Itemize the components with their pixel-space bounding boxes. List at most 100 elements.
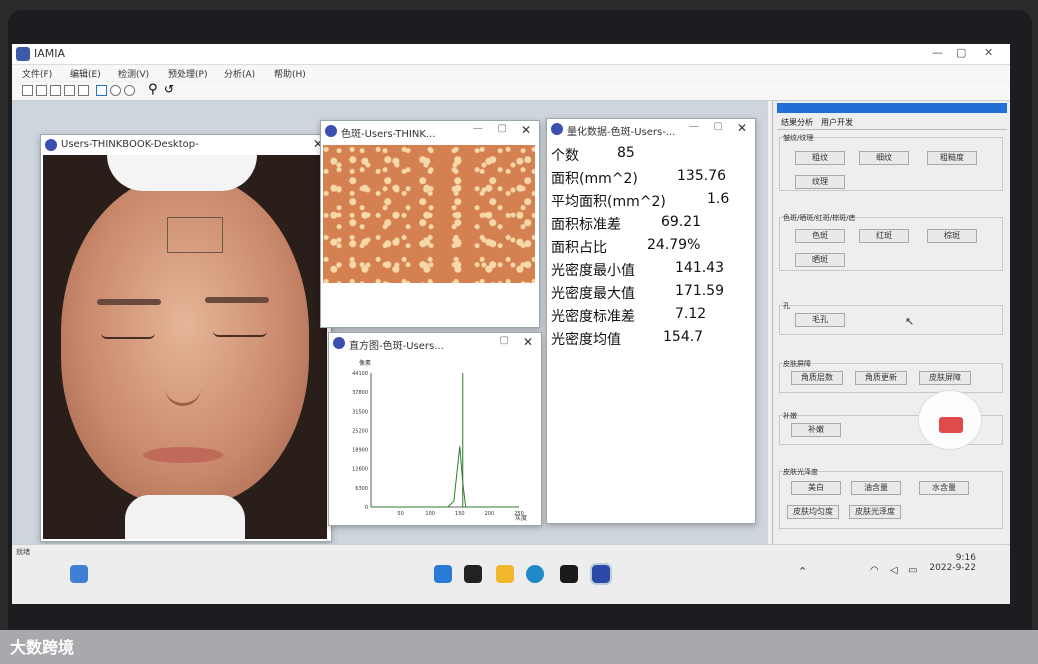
menubar: 文件(F) 编辑(E) 检测(V) 预处理(P) 分析(A) 帮助(H) xyxy=(12,65,1010,81)
maximize-icon[interactable]: ▢ xyxy=(500,335,509,346)
window-icon xyxy=(333,337,345,349)
close-icon[interactable]: ✕ xyxy=(523,335,533,349)
edge-icon[interactable] xyxy=(526,565,544,583)
iamia-app-icon[interactable] xyxy=(590,563,612,585)
lasso-icon[interactable] xyxy=(124,85,135,96)
y-tick-label: 31500 xyxy=(352,409,368,415)
fine-wrinkle-button[interactable]: 细纹 xyxy=(859,151,909,165)
speaker-icon[interactable]: ◁ xyxy=(890,565,898,576)
quant-data-window[interactable]: 量化数据-色斑-Users-... — ▢ ✕ 个数 85 面积(mm^2) 135… xyxy=(546,118,756,524)
zoom-icon[interactable]: ⚲ xyxy=(148,82,158,97)
whitening-button[interactable]: 美白 xyxy=(791,481,841,495)
skin-gloss-button[interactable]: 皮肤光泽度 xyxy=(849,505,901,519)
red-spot-button[interactable]: 红斑 xyxy=(859,229,909,243)
window-icon xyxy=(551,123,563,135)
skin-barrier-button[interactable]: 皮肤屏障 xyxy=(919,371,971,385)
minimize-icon[interactable]: — xyxy=(932,46,943,59)
task-view-icon[interactable] xyxy=(464,565,482,583)
data-row: 光密度标准差 7.12 xyxy=(551,306,707,325)
analysis-panel: 结果分析 用户开发 皱纹/纹理 粗纹 细纹 粗糙度 纹理 色斑/晒斑/红斑/棕斑… xyxy=(772,101,1010,551)
tab-user-dev[interactable]: 用户开发 xyxy=(821,117,853,128)
wifi-icon[interactable]: ◠ xyxy=(870,565,879,576)
data-row: 光密度最大值 171.59 xyxy=(551,283,724,302)
group-label: 皮肤屏障 xyxy=(783,360,811,368)
x-tick-label: 50 xyxy=(397,511,403,517)
sticky-app-icon[interactable] xyxy=(560,565,578,583)
data-row: 个数 85 xyxy=(551,145,635,164)
data-row: 光密度均值 154.7 xyxy=(551,329,704,348)
y-tick-label: 18900 xyxy=(352,448,368,454)
menu-edit[interactable]: 编辑(E) xyxy=(70,67,101,80)
close-icon[interactable]: ✕ xyxy=(984,46,993,59)
battery-icon[interactable]: ▭ xyxy=(908,565,917,576)
y-tick-label: 6300 xyxy=(355,486,368,492)
undo-icon[interactable]: ↺ xyxy=(164,82,174,96)
copy-icon[interactable] xyxy=(78,85,89,96)
menu-preprocess[interactable]: 预处理(P) xyxy=(168,67,207,80)
clock[interactable]: 9:16 2022-9-22 xyxy=(929,553,976,573)
data-row: 面积(mm^2) 135.76 xyxy=(551,168,726,187)
status-text: 就绪 xyxy=(16,548,30,556)
menu-detect[interactable]: 检测(V) xyxy=(118,67,149,80)
water-content-button[interactable]: 水含量 xyxy=(919,481,969,495)
export-icon[interactable] xyxy=(64,85,75,96)
widgets-icon[interactable] xyxy=(70,565,88,583)
y-tick-label: 37800 xyxy=(352,390,368,396)
minimize-icon[interactable]: — xyxy=(473,123,483,134)
data-row: 平均面积(mm^2) 1.6 xyxy=(551,191,730,210)
close-icon[interactable]: ✕ xyxy=(737,121,747,135)
menu-file[interactable]: 文件(F) xyxy=(22,67,52,80)
spots-window[interactable]: 色斑-Users-THINK... — ▢ ✕ xyxy=(320,120,540,328)
app-title: IAMIA xyxy=(34,47,66,60)
close-icon[interactable]: ✕ xyxy=(521,123,531,137)
color-spot-button[interactable]: 色斑 xyxy=(795,229,845,243)
new-icon[interactable] xyxy=(22,85,33,96)
roi-rectangle[interactable] xyxy=(167,217,223,253)
menu-help[interactable]: 帮助(H) xyxy=(274,67,306,80)
ellipse-select-icon[interactable] xyxy=(110,85,121,96)
screen: IAMIA — ▢ ✕ 文件(F) 编辑(E) 检测(V) 预处理(P) 分析(… xyxy=(12,44,1010,604)
coarse-wrinkle-button[interactable]: 粗纹 xyxy=(795,151,845,165)
histogram-window[interactable]: 直方图-色斑-Users... ▢ ✕ 像素 灰度 44100 37800 3150… xyxy=(328,332,542,526)
histogram-chart: 像素 灰度 4410037800315002520018900126006300… xyxy=(352,359,527,522)
maximize-icon[interactable]: ▢ xyxy=(956,46,966,59)
stratum-renewal-button[interactable]: 角质更新 xyxy=(855,371,907,385)
maximize-icon[interactable]: ▢ xyxy=(714,121,723,132)
clock-time: 9:16 xyxy=(955,553,976,563)
skin-evenness-button[interactable]: 皮肤均匀度 xyxy=(787,505,839,519)
brown-spot-button[interactable]: 棕斑 xyxy=(927,229,977,243)
pore-button[interactable]: 毛孔 xyxy=(795,313,845,327)
group-gloss xyxy=(779,471,1003,529)
maximize-icon[interactable]: ▢ xyxy=(498,123,507,134)
tab-results[interactable]: 结果分析 xyxy=(781,117,813,128)
sticker-image xyxy=(918,390,982,450)
face-image-window[interactable]: Users-THINKBOOK-Desktop- ✕ xyxy=(40,134,332,542)
file-explorer-icon[interactable] xyxy=(496,565,514,583)
clock-date: 2022-9-22 xyxy=(929,563,976,573)
save-icon[interactable] xyxy=(50,85,61,96)
open-icon[interactable] xyxy=(36,85,47,96)
hydrate-button[interactable]: 补嫩 xyxy=(791,423,841,437)
oil-content-button[interactable]: 油含量 xyxy=(851,481,901,495)
stratum-layers-button[interactable]: 角质层数 xyxy=(791,371,843,385)
texture-button[interactable]: 纹理 xyxy=(795,175,845,189)
left-brow xyxy=(97,299,161,305)
window-title: Users-THINKBOOK-Desktop- xyxy=(61,139,199,150)
menu-analyze[interactable]: 分析(A) xyxy=(224,67,255,80)
panel-tabs: 结果分析 用户开发 xyxy=(777,115,1007,130)
roughness-button[interactable]: 粗糙度 xyxy=(927,151,977,165)
window-title: 直方图-色斑-Users... xyxy=(349,341,444,352)
rect-select-icon[interactable] xyxy=(96,85,107,96)
chevron-up-icon[interactable]: ⌃ xyxy=(798,565,807,578)
sun-spot-button[interactable]: 晒斑 xyxy=(795,253,845,267)
laptop-base xyxy=(0,630,1038,664)
window-title: 量化数据-色斑-Users-... xyxy=(567,127,676,138)
minimize-icon[interactable]: — xyxy=(689,121,699,132)
window-titlebar: 量化数据-色斑-Users-... — ▢ ✕ xyxy=(547,119,755,139)
start-icon[interactable] xyxy=(434,565,452,583)
group-label: 补嫩 xyxy=(783,412,797,420)
x-tick-label: 200 xyxy=(485,511,495,517)
window-titlebar: 色斑-Users-THINK... — ▢ ✕ xyxy=(321,121,539,141)
red-envelope-icon xyxy=(939,417,963,433)
left-eye xyxy=(101,333,155,339)
